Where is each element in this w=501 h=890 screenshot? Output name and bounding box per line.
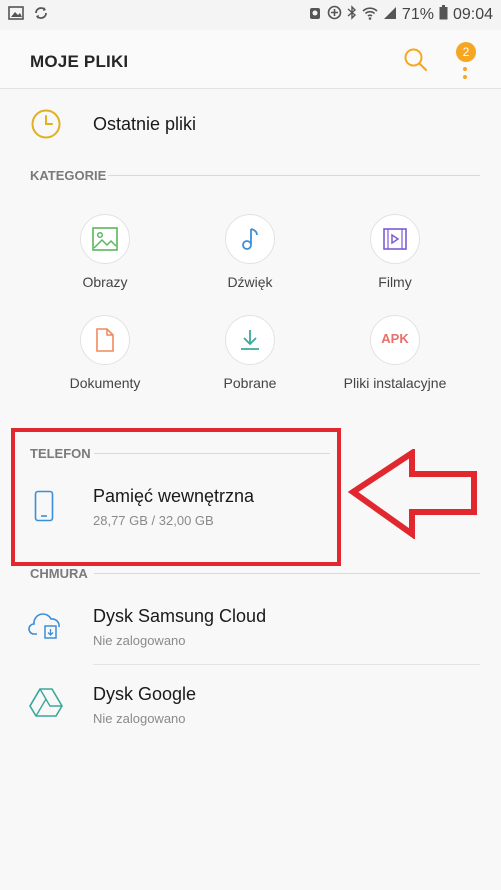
category-downloads[interactable]: Pobrane bbox=[185, 315, 315, 391]
apk-icon: APK bbox=[381, 331, 409, 346]
notification-badge: 2 bbox=[456, 42, 476, 62]
alarm-icon bbox=[308, 5, 322, 25]
arrow-pointer bbox=[348, 449, 477, 539]
samsung-cloud-row[interactable]: Dysk Samsung Cloud Nie zalogowano bbox=[0, 594, 501, 664]
samsung-cloud-status: Nie zalogowano bbox=[93, 633, 186, 648]
highlight-box bbox=[11, 428, 341, 566]
category-installation-files[interactable]: APK Pliki instalacyjne bbox=[330, 315, 460, 391]
search-icon bbox=[402, 48, 430, 78]
category-documents[interactable]: Dokumenty bbox=[40, 315, 170, 391]
more-vertical-icon bbox=[462, 66, 468, 84]
cloud-row-divider bbox=[93, 664, 480, 665]
categories-header: KATEGORIE bbox=[30, 168, 107, 183]
recent-files-label: Ostatnie pliki bbox=[93, 114, 197, 134]
cloud-divider bbox=[94, 573, 480, 574]
category-videos[interactable]: Filmy bbox=[330, 214, 460, 290]
more-options-button[interactable]: 2 bbox=[448, 42, 482, 82]
category-label: Pobrane bbox=[223, 375, 277, 391]
clock: 09:04 bbox=[452, 6, 493, 23]
google-drive-status: Nie zalogowano bbox=[93, 711, 186, 726]
battery-percent: 71% bbox=[401, 6, 434, 23]
google-drive-title: Dysk Google bbox=[93, 684, 197, 704]
document-icon bbox=[96, 328, 114, 352]
recent-files-row[interactable]: Ostatnie pliki bbox=[0, 90, 501, 160]
app-bar: MOJE PLIKI 2 bbox=[0, 30, 501, 89]
category-label: Obrazy bbox=[82, 274, 128, 290]
category-label: Dokumenty bbox=[69, 375, 141, 391]
clock-icon bbox=[30, 108, 62, 145]
battery-icon bbox=[439, 5, 448, 25]
samsung-cloud-title: Dysk Samsung Cloud bbox=[93, 606, 267, 626]
signal-icon bbox=[383, 6, 397, 25]
cloud-icon bbox=[28, 610, 64, 645]
bluetooth-icon bbox=[347, 5, 357, 25]
wifi-icon bbox=[362, 6, 378, 25]
data-saver-icon bbox=[327, 5, 342, 25]
category-label: Pliki instalacyjne bbox=[343, 375, 447, 391]
category-label: Dźwięk bbox=[227, 274, 273, 290]
categories-divider bbox=[108, 175, 480, 176]
category-label: Filmy bbox=[378, 274, 412, 290]
status-bar: 71% 09:04 bbox=[0, 0, 501, 30]
google-drive-row[interactable]: Dysk Google Nie zalogowano bbox=[0, 672, 501, 742]
category-images[interactable]: Obrazy bbox=[40, 214, 170, 290]
gallery-notification-icon bbox=[8, 6, 24, 25]
google-drive-icon bbox=[28, 686, 64, 723]
category-audio[interactable]: Dźwięk bbox=[185, 214, 315, 290]
image-icon bbox=[92, 227, 118, 251]
search-button[interactable] bbox=[402, 46, 430, 74]
sync-notification-icon bbox=[34, 6, 48, 25]
video-icon bbox=[383, 228, 407, 250]
music-note-icon bbox=[242, 228, 258, 250]
page-title: MOJE PLIKI bbox=[30, 52, 129, 71]
cloud-header: CHMURA bbox=[30, 566, 88, 581]
download-icon bbox=[241, 330, 259, 350]
